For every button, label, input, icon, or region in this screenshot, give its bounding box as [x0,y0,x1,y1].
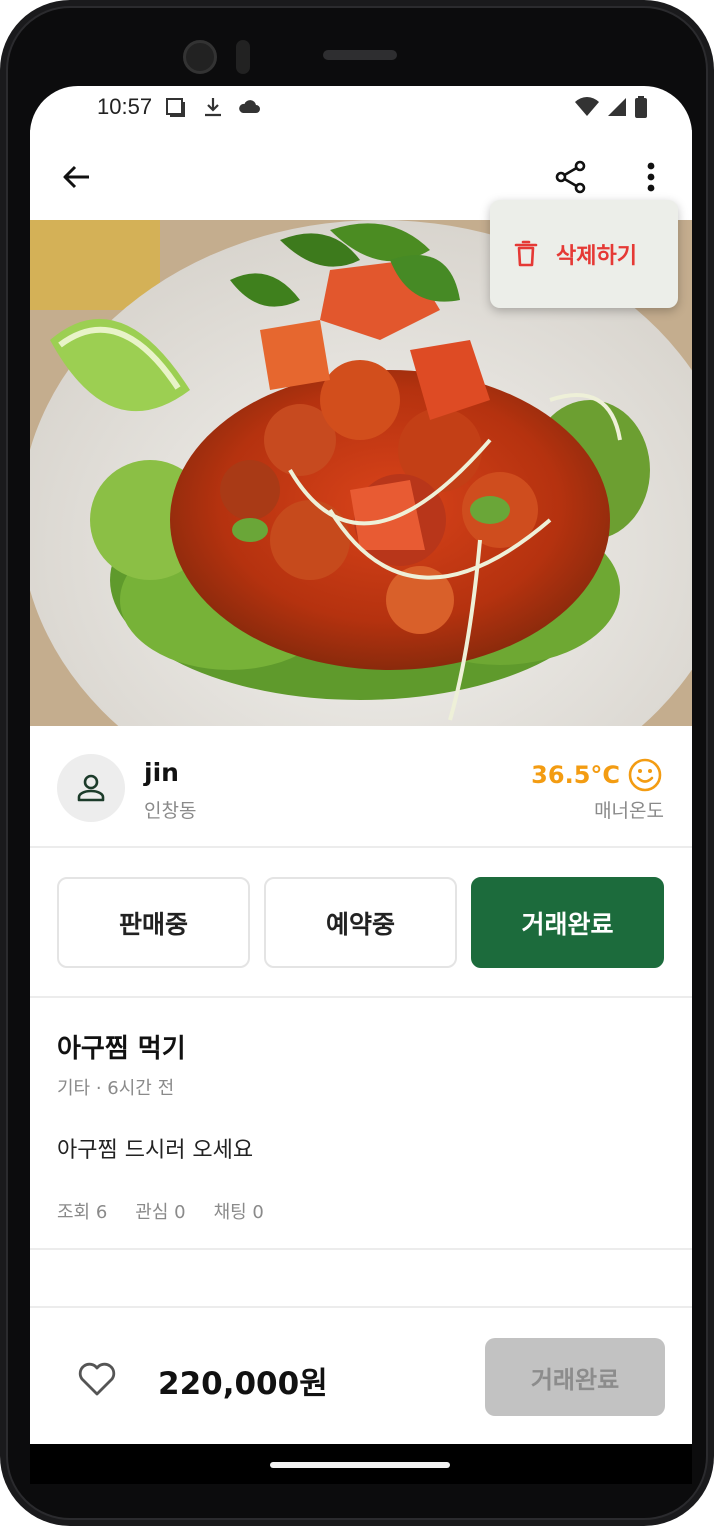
status-time: 10:57 [97,94,153,119]
smile-icon [628,758,662,792]
more-options-button[interactable] [626,152,676,202]
tab-reserved[interactable]: 예약중 [264,877,457,968]
avatar[interactable] [57,754,125,822]
seller-profile[interactable]: jin 인창동 36.5°C 매너온도 [30,726,692,848]
manner-temperature: 36.5°C [531,758,662,792]
manner-temperature-label: 매너온도 [594,800,664,822]
seller-location: 인창동 [144,800,197,822]
like-count: 관심 0 [135,1202,186,1223]
post-description: 아구찜 드시러 오세요 [57,1138,254,1163]
post-meta: 기타 · 6시간 전 [57,1078,175,1099]
wifi-icon [574,96,600,122]
view-count: 조회 6 [57,1202,108,1223]
battery-icon [634,96,648,122]
tab-completed[interactable]: 거래완료 [471,877,664,968]
manner-temperature-value: 36.5°C [531,761,620,789]
share-button[interactable] [546,152,596,202]
front-camera [183,40,217,74]
cloud-icon [236,96,262,122]
person-icon [77,774,105,802]
app-screen: 10:57 삭제하기 jin 인창동 36.5°C 매너온도 판매중 예약중 거… [30,86,692,1484]
screenshot-icon [164,96,186,122]
trash-icon [514,240,538,267]
status-bar: 10:57 [30,86,692,130]
arrow-left-icon [63,165,89,189]
signal-icon [606,96,628,122]
post-title: 아구찜 먹기 [57,1034,186,1064]
heart-icon [78,1362,116,1396]
home-indicator[interactable] [270,1462,450,1468]
proximity-sensor [236,40,250,74]
post-details: 아구찜 먹기 기타 · 6시간 전 아구찜 드시러 오세요 조회 6 관심 0 … [30,998,692,1250]
post-stats: 조회 6 관심 0 채팅 0 [57,1198,264,1224]
overflow-menu: 삭제하기 [490,200,678,308]
download-icon [202,96,224,122]
delete-menu-item[interactable]: 삭제하기 [556,238,637,270]
tab-selling[interactable]: 판매중 [57,877,250,968]
phone-frame: 10:57 삭제하기 jin 인창동 36.5°C 매너온도 판매중 예약중 거… [0,0,714,1526]
trade-complete-button[interactable]: 거래완료 [485,1338,665,1416]
back-button[interactable] [52,152,102,202]
like-button[interactable] [74,1356,120,1402]
more-vertical-icon [647,162,655,192]
price: 220,000원 [158,1366,328,1402]
share-icon [555,160,586,194]
trade-status-selector: 판매중 예약중 거래완료 [30,850,692,998]
chat-count: 채팅 0 [213,1202,264,1223]
earpiece-speaker [323,50,397,60]
seller-name: jin [144,758,179,787]
